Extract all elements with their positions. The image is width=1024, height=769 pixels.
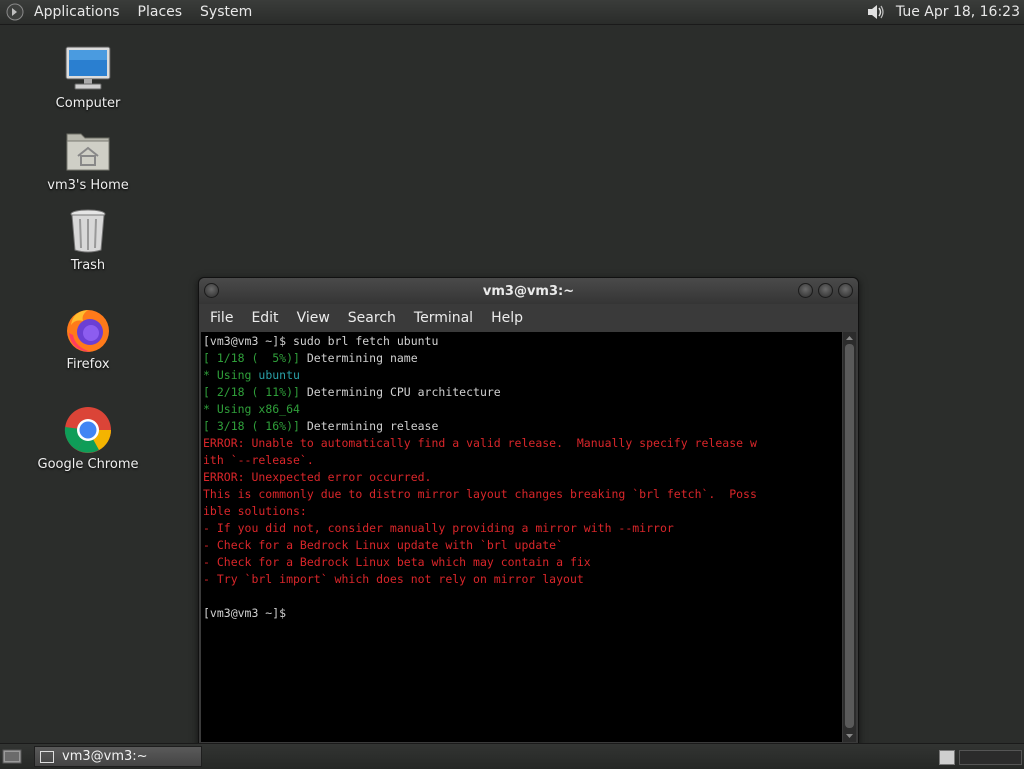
desktop-icon-label: vm3's Home xyxy=(47,178,129,193)
desktop-icon-firefox[interactable]: Firefox xyxy=(33,305,143,372)
window-title: vm3@vm3:~ xyxy=(482,283,575,299)
scroll-up-arrow-icon[interactable] xyxy=(845,334,854,343)
terminal-scrollbar[interactable] xyxy=(843,332,856,742)
window-menu-button[interactable] xyxy=(204,283,219,298)
step-text: Determining name xyxy=(306,351,418,365)
desktop-icon-label: Firefox xyxy=(66,357,110,372)
progress-prefix: [ 2/18 ( 11%)] xyxy=(203,385,307,399)
progress-prefix: [ 1/18 ( 5%)] xyxy=(203,351,307,365)
firefox-icon xyxy=(67,310,109,352)
error-line: ERROR: Unexpected error occurred. xyxy=(203,470,432,484)
workspace-1[interactable] xyxy=(939,750,955,765)
close-button[interactable] xyxy=(838,283,853,298)
terminal-window: vm3@vm3:~ File Edit View Search Terminal… xyxy=(198,277,859,745)
step-text: Determining release xyxy=(306,419,439,433)
error-line: - Try `brl import` which does not rely o… xyxy=(203,572,584,586)
terminal-output[interactable]: [vm3@vm3 ~]$ sudo brl fetch ubuntu [ 1/1… xyxy=(201,332,842,742)
workspace-2[interactable] xyxy=(959,750,1022,765)
window-titlebar[interactable]: vm3@vm3:~ xyxy=(199,278,858,304)
error-line: - Check for a Bedrock Linux beta which m… xyxy=(203,555,591,569)
error-line: - If you did not, consider manually prov… xyxy=(203,521,674,535)
volume-icon[interactable] xyxy=(866,2,886,22)
error-line: ith `--release`. xyxy=(203,453,314,467)
home-folder-icon xyxy=(66,133,110,171)
using-prefix: * Using xyxy=(203,402,259,416)
terminal-icon xyxy=(40,750,54,763)
using-value: x86_64 xyxy=(258,402,300,416)
terminal-line: [ 2/18 ( 11%)] Determining CPU architect… xyxy=(203,384,842,401)
bottom-panel: vm3@vm3:~ xyxy=(0,743,1024,769)
desktop-icon-label: Computer xyxy=(55,96,121,111)
terminal-line: * Using ubuntu xyxy=(203,367,842,384)
error-line: - Check for a Bedrock Linux update with … xyxy=(203,538,564,552)
chrome-icon xyxy=(64,407,111,453)
using-prefix: * Using xyxy=(203,368,259,382)
error-line: ERROR: Unable to automatically find a va… xyxy=(203,436,757,450)
desktop-icon-chrome[interactable]: Google Chrome xyxy=(33,405,143,472)
progress-prefix: [ 3/18 ( 16%)] xyxy=(203,419,307,433)
terminal-line: [vm3@vm3 ~]$ sudo brl fetch ubuntu xyxy=(203,334,439,348)
clock[interactable]: Tue Apr 18, 16:23 xyxy=(890,4,1024,20)
minimize-button[interactable] xyxy=(798,283,813,298)
taskbar-label: vm3@vm3:~ xyxy=(62,749,148,764)
places-menu[interactable]: Places xyxy=(129,0,192,24)
terminal-line: [ 1/18 ( 5%)] Determining name xyxy=(203,350,842,367)
desktop-icon-label: Google Chrome xyxy=(37,457,139,472)
desktop-icon-computer[interactable]: Computer xyxy=(33,44,143,111)
maximize-button[interactable] xyxy=(818,283,833,298)
menu-help[interactable]: Help xyxy=(482,310,532,326)
scroll-thumb[interactable] xyxy=(845,344,854,728)
menu-view[interactable]: View xyxy=(288,310,339,326)
taskbar-terminal-button[interactable]: vm3@vm3:~ xyxy=(34,746,202,767)
error-line: ible solutions: xyxy=(203,504,307,518)
terminal-menubar: File Edit View Search Terminal Help xyxy=(199,304,858,332)
menu-file[interactable]: File xyxy=(201,310,242,326)
applications-logo-icon[interactable] xyxy=(6,3,24,21)
trash-icon xyxy=(70,209,106,253)
show-desktop-icon[interactable] xyxy=(2,747,22,765)
desktop-icon-home[interactable]: vm3's Home xyxy=(33,126,143,193)
computer-icon xyxy=(65,46,111,90)
menu-terminal[interactable]: Terminal xyxy=(405,310,482,326)
menu-search[interactable]: Search xyxy=(339,310,405,326)
desktop-icon-label: Trash xyxy=(70,258,106,273)
top-panel: Applications Places System Tue Apr 18, 1… xyxy=(0,0,1024,25)
desktop-icon-trash[interactable]: Trash xyxy=(33,206,143,273)
error-line: This is commonly due to distro mirror la… xyxy=(203,487,757,501)
system-menu[interactable]: System xyxy=(191,0,261,24)
terminal-line: [ 3/18 ( 16%)] Determining release xyxy=(203,418,842,435)
step-text: Determining CPU architecture xyxy=(306,385,501,399)
scroll-down-arrow-icon[interactable] xyxy=(845,731,854,740)
terminal-prompt: [vm3@vm3 ~]$ xyxy=(203,606,294,620)
using-value: ubuntu xyxy=(258,368,300,382)
menu-edit[interactable]: Edit xyxy=(242,310,287,326)
applications-menu[interactable]: Applications xyxy=(25,0,129,24)
terminal-line: * Using x86_64 xyxy=(203,401,842,418)
